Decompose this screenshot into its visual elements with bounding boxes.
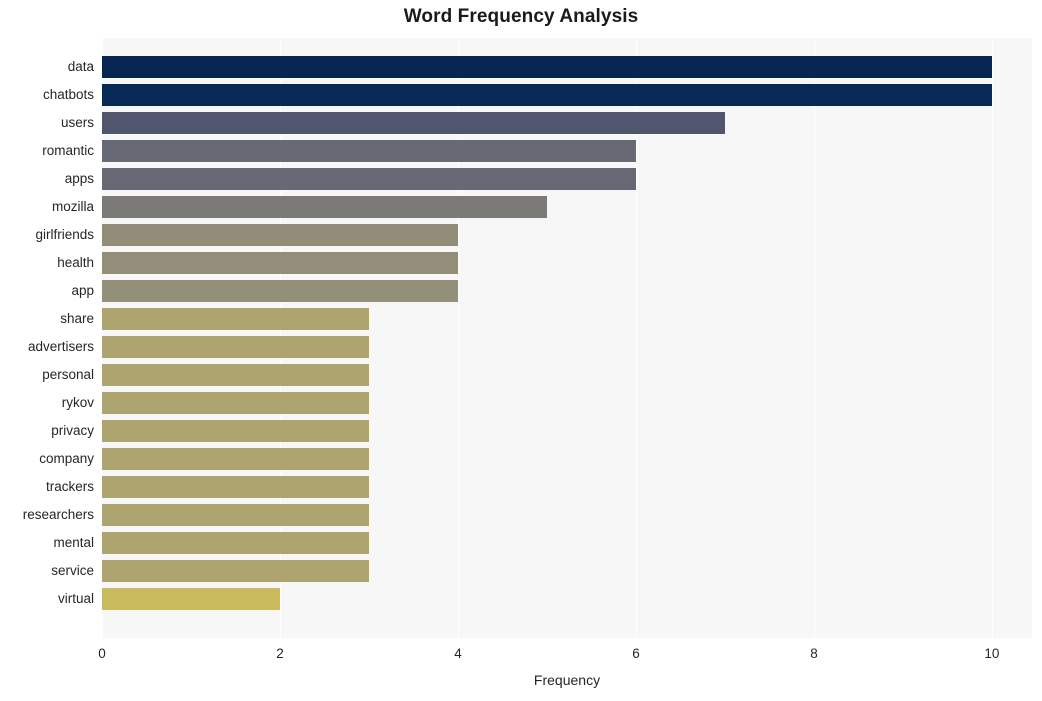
y-tick-label: service	[51, 562, 94, 578]
bar-fill	[102, 587, 280, 610]
bar-fill	[102, 475, 369, 498]
bar	[102, 503, 369, 526]
x-tick-label: 2	[276, 646, 284, 661]
y-tick-label: app	[71, 282, 94, 298]
bar-fill	[102, 167, 636, 190]
bar-fill	[102, 335, 369, 358]
x-tick-label: 4	[454, 646, 462, 661]
bar-fill	[102, 419, 369, 442]
bar	[102, 223, 458, 246]
bar-fill	[102, 139, 636, 162]
y-tick-label: virtual	[57, 590, 94, 606]
bar-fill	[102, 503, 369, 526]
y-tick-label: apps	[64, 170, 94, 186]
chart-figure: Word Frequency Analysis data chatbots user…	[0, 0, 1042, 701]
bar-fill	[102, 531, 369, 554]
bar	[102, 475, 369, 498]
x-tick-label: 6	[632, 646, 640, 661]
y-tick-label: romantic	[42, 142, 94, 158]
x-tick-label: 8	[810, 646, 818, 661]
x-tick-label: 10	[984, 646, 1000, 661]
y-tick-label: advertisers	[27, 338, 94, 354]
bar	[102, 335, 369, 358]
bar	[102, 83, 992, 106]
bar-fill	[102, 559, 369, 582]
bar-fill	[102, 391, 369, 414]
bar-fill	[102, 111, 725, 134]
bar-fill	[102, 251, 458, 274]
bar	[102, 391, 369, 414]
y-tick-label: company	[39, 450, 94, 466]
x-axis-tick-labels: 0 2 4 6 8 10	[98, 645, 1032, 667]
y-tick-label: health	[57, 254, 94, 270]
bar-fill	[102, 195, 547, 218]
x-axis-title: Frequency	[533, 672, 601, 688]
bar	[102, 279, 458, 302]
y-tick-label: privacy	[51, 422, 94, 438]
bar-series	[102, 38, 1032, 638]
y-tick-label: mental	[53, 534, 94, 550]
chart-title: Word Frequency Analysis	[403, 6, 639, 27]
bar-fill	[102, 363, 369, 386]
y-tick-label: users	[60, 114, 94, 130]
y-tick-label: share	[60, 310, 94, 326]
bar	[102, 419, 369, 442]
y-tick-label: personal	[42, 366, 94, 382]
bar	[102, 363, 369, 386]
y-axis-tick-labels: data chatbots users romantic apps mozilla girl…	[0, 38, 94, 638]
plot-area	[102, 38, 1032, 638]
bar-fill	[102, 83, 992, 106]
y-tick-label: trackers	[45, 478, 94, 494]
y-tick-label: chatbots	[42, 86, 94, 102]
bar	[102, 559, 369, 582]
y-tick-label: mozilla	[51, 198, 94, 214]
bar	[102, 111, 725, 134]
bar	[102, 587, 280, 610]
bar-fill	[102, 307, 369, 330]
y-tick-label: data	[67, 58, 94, 74]
y-tick-label: girlfriends	[35, 226, 94, 242]
bar-fill	[102, 55, 992, 78]
bar	[102, 167, 636, 190]
bar	[102, 447, 369, 470]
y-tick-label: researchers	[22, 506, 94, 522]
bar-fill	[102, 223, 458, 246]
bar-fill	[102, 279, 458, 302]
bar	[102, 251, 458, 274]
bar-fill	[102, 447, 369, 470]
bar	[102, 195, 547, 218]
x-tick-label: 0	[98, 646, 106, 661]
bar	[102, 531, 369, 554]
y-tick-label: rykov	[61, 394, 94, 410]
bar	[102, 307, 369, 330]
bar	[102, 55, 992, 78]
bar	[102, 139, 636, 162]
